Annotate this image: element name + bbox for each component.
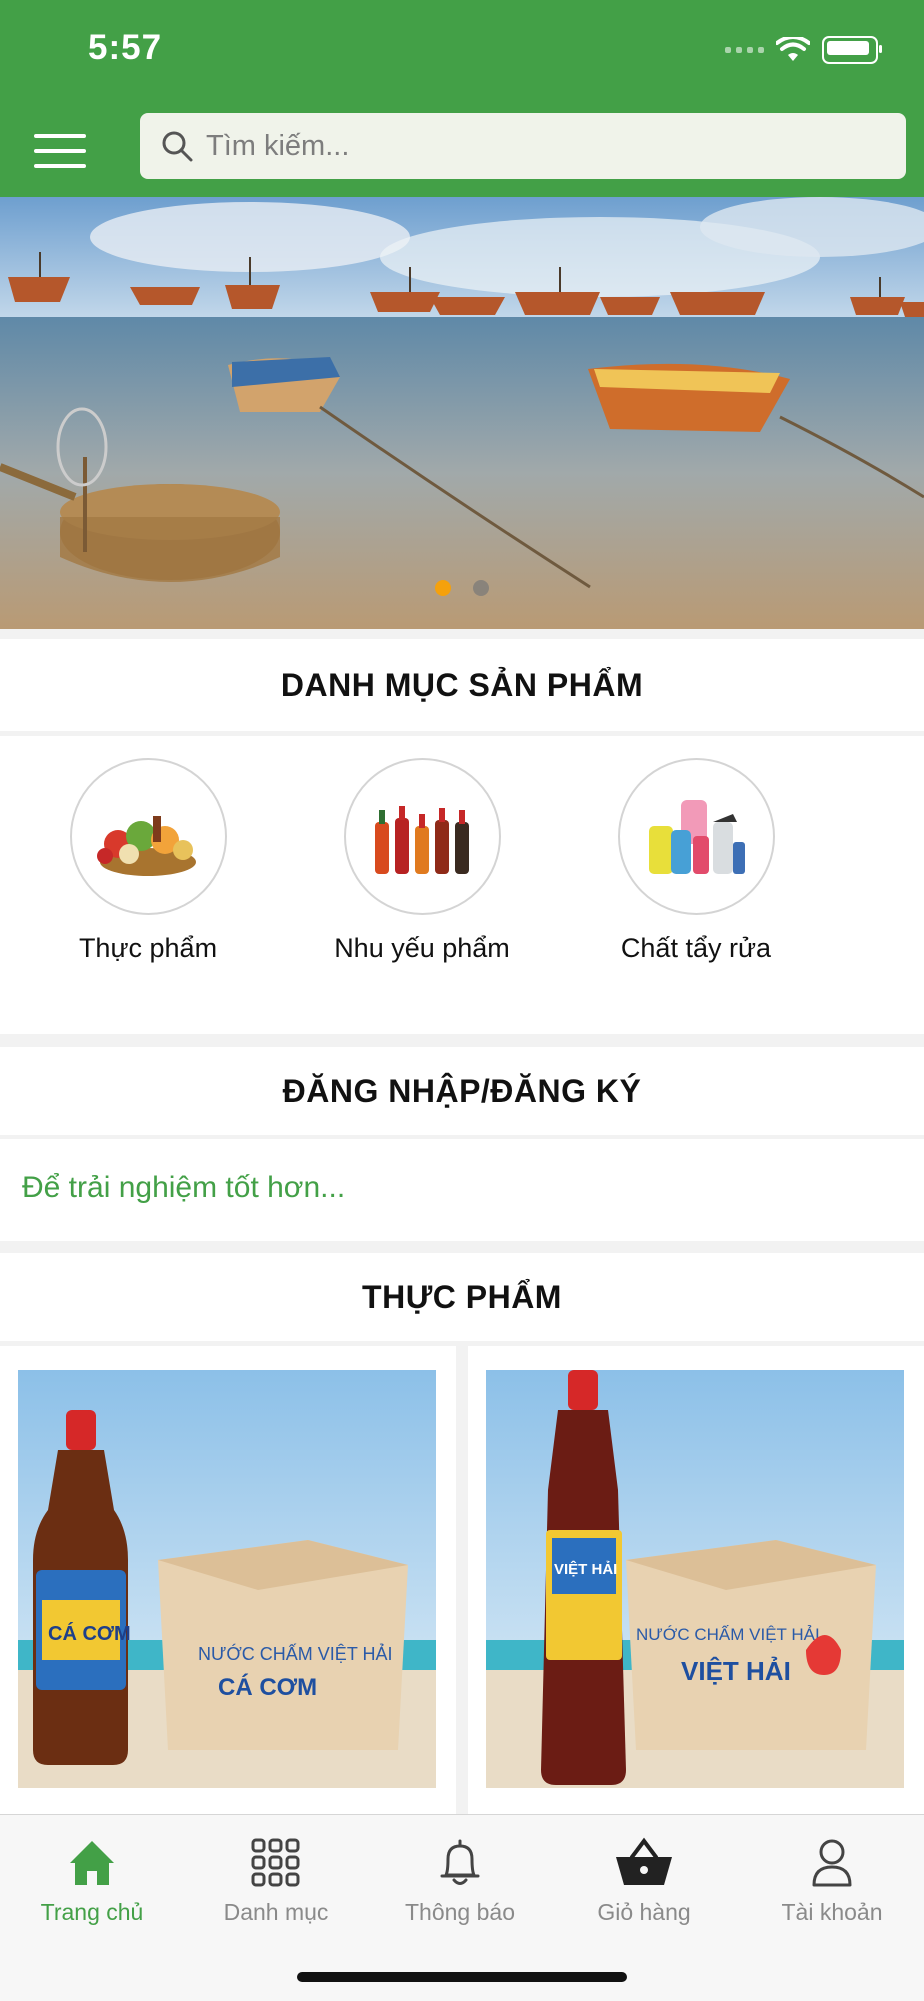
tab-label: Tài khoản — [781, 1899, 883, 1925]
grid-icon — [251, 1838, 300, 1887]
bell-icon — [440, 1839, 480, 1885]
search-bar[interactable] — [140, 113, 906, 179]
category-image — [617, 758, 775, 915]
banner-pagination — [0, 580, 924, 596]
wifi-icon — [776, 37, 810, 61]
product-grid: NƯỚC CHẤM VIỆT HẢI CÁ CƠM CÁ CƠM NƯỚC CH… — [0, 1346, 924, 1816]
category-image — [69, 758, 227, 915]
tab-home[interactable]: Trang chủ — [0, 1837, 184, 1926]
login-hint-row[interactable]: Để trải nghiệm tốt hơn... — [0, 1139, 924, 1241]
sauce-bottles-icon — [375, 805, 469, 874]
tab-label: Danh mục — [223, 1899, 329, 1925]
detergent-bottles-icon — [649, 799, 745, 874]
food-section-header: THỰC PHẨM — [0, 1253, 924, 1341]
category-item-thuc-pham[interactable]: Thực phẩm — [38, 758, 258, 964]
box-sub-text: VIỆT HẢI — [681, 1656, 791, 1686]
tab-cart[interactable]: Giỏ hàng — [552, 1837, 736, 1926]
category-item-nhu-yeu-pham[interactable]: Nhu yếu phẩm — [312, 758, 532, 964]
food-section-title: THỰC PHẨM — [362, 1278, 562, 1315]
category-list: Thực phẩm Nhu yếu phẩm Chất tẩy rửa — [0, 736, 924, 1034]
banner-image — [0, 197, 924, 629]
home-icon — [70, 1841, 114, 1885]
search-icon — [162, 131, 193, 162]
promo-banner[interactable] — [0, 197, 924, 629]
status-icons — [725, 36, 882, 64]
hamburger-menu-icon[interactable] — [34, 134, 86, 168]
battery-icon — [822, 36, 882, 64]
basket-icon — [616, 1837, 672, 1885]
product-image: NƯỚC CHẤM VIỆT HẢI CÁ CƠM CÁ CƠM — [18, 1370, 436, 1788]
tab-label: Giỏ hàng — [597, 1899, 691, 1925]
product-card[interactable]: NƯỚC CHẤM VIỆT HẢI CÁ CƠM CÁ CƠM — [0, 1346, 456, 1816]
category-label: Thực phẩm — [78, 933, 218, 963]
tab-notifications[interactable]: Thông báo — [368, 1837, 552, 1926]
pagination-dot[interactable] — [473, 580, 489, 596]
product-image: NƯỚC CHẤM VIỆT HẢI VIỆT HẢI VIỆT HẢI — [486, 1370, 904, 1788]
status-time: 5:57 — [88, 28, 163, 67]
category-image — [343, 758, 501, 915]
category-label: Nhu yếu phẩm — [334, 933, 510, 963]
tab-categories[interactable]: Danh mục — [184, 1837, 368, 1926]
product-card[interactable]: NƯỚC CHẤM VIỆT HẢI VIỆT HẢI VIỆT HẢI — [468, 1346, 924, 1816]
bottle-label-text: CÁ CƠM — [48, 1622, 131, 1645]
category-item-chat-tay-rua[interactable]: Chất tẩy rửa — [586, 758, 806, 964]
user-icon — [812, 1839, 852, 1887]
tab-label: Thông báo — [405, 1899, 515, 1925]
box-sub-text: CÁ CƠM — [218, 1673, 317, 1701]
bottle-label-text: VIỆT HẢI — [554, 1560, 617, 1578]
box-brand-text: NƯỚC CHẤM VIỆT HẢI — [198, 1643, 393, 1664]
login-title[interactable]: ĐĂNG NHẬP/ĐĂNG KÝ — [0, 1047, 924, 1135]
tab-label: Trang chủ — [40, 1899, 144, 1925]
signal-icon — [725, 47, 764, 53]
login-header[interactable]: ĐĂNG NHẬP/ĐĂNG KÝ — [0, 1047, 924, 1135]
home-indicator[interactable] — [297, 1972, 627, 1982]
categories-title: DANH MỤC SẢN PHẨM — [280, 666, 644, 703]
search-input[interactable] — [204, 128, 888, 164]
box-brand-text: NƯỚC CHẤM VIỆT HẢI — [636, 1625, 820, 1644]
categories-header: DANH MỤC SẢN PHẨM — [0, 639, 924, 731]
tab-account[interactable]: Tài khoản — [740, 1837, 924, 1926]
login-hint-text[interactable]: Để trải nghiệm tốt hơn... — [22, 1171, 345, 1205]
food-basket-icon — [97, 815, 196, 876]
category-label: Chất tẩy rửa — [620, 933, 772, 963]
pagination-dot-active[interactable] — [435, 580, 451, 596]
